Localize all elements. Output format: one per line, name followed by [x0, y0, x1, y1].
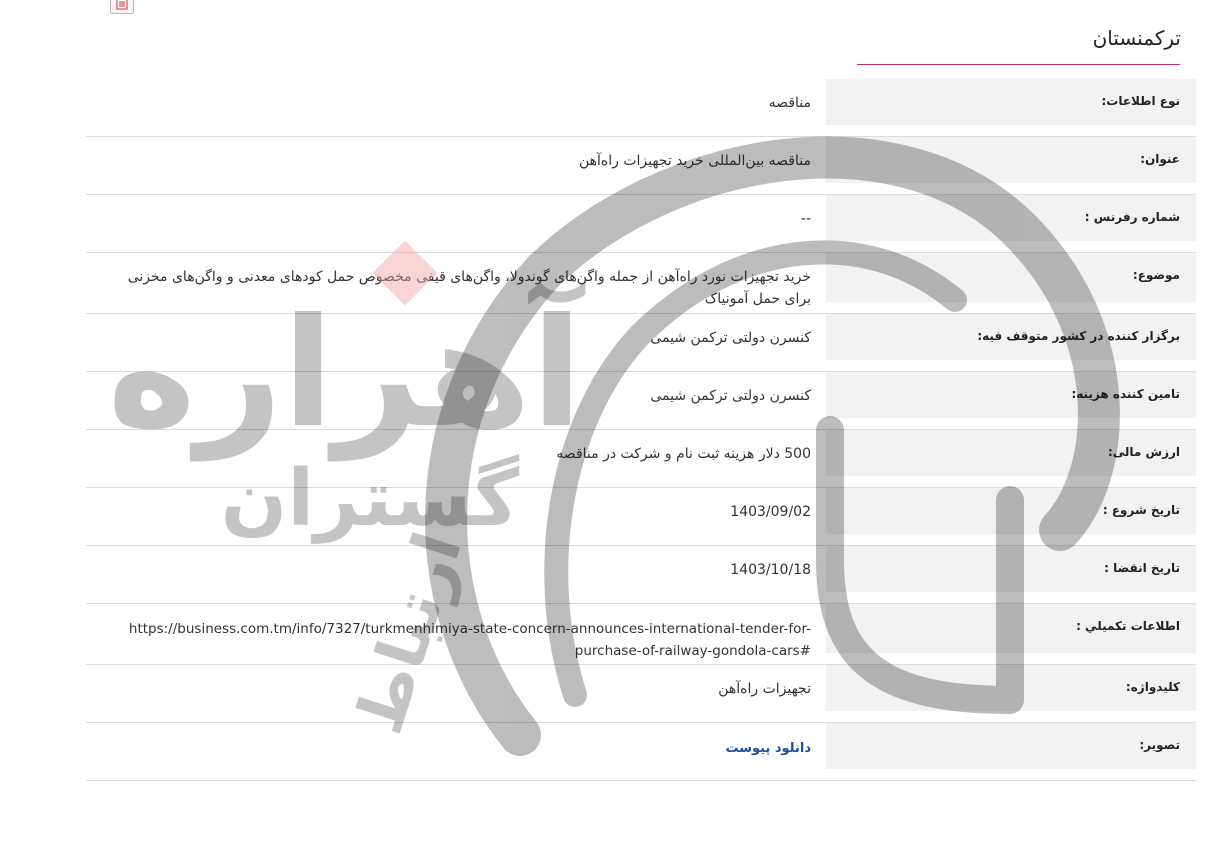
- row-more-info: اطلاعات تكميلي : https://business.com.tm…: [86, 604, 1196, 665]
- label-cell: شماره رفرنس :: [826, 195, 1196, 241]
- value-start-date: 1403/09/02: [730, 504, 811, 520]
- row-reference: شماره رفرنس : --: [86, 195, 1196, 253]
- label-title: عنوان:: [1140, 152, 1180, 166]
- value-keyword: تجهیزات راه‌آهن: [718, 681, 811, 697]
- row-info-type: نوع اطلاعات: مناقصه: [86, 79, 1196, 137]
- title-underline: [857, 64, 1180, 65]
- row-expiry-date: تاریخ انقضا : 1403/10/18: [86, 546, 1196, 604]
- value-financial-value: 500 دلار هزینه ثبت نام و شرکت در مناقصه: [556, 446, 811, 462]
- label-financial-value: ارزش مالی:: [1107, 445, 1180, 459]
- label-start-date: تاریخ شروع :: [1102, 503, 1180, 517]
- label-cell: تامین کننده هزینه:: [826, 372, 1196, 418]
- label-organizer: برگزار کننده در کشور متوقف فیه:: [977, 329, 1180, 343]
- label-cell: تصویر:: [826, 723, 1196, 769]
- row-funder: تامین کننده هزینه: کنسرن دولتی ترکمن شیم…: [86, 372, 1196, 430]
- value-info-type: مناقصه: [768, 95, 811, 111]
- label-cell: موضوع:: [826, 253, 1196, 302]
- download-attachment-link[interactable]: دانلود پیوست: [101, 738, 811, 760]
- label-cell: برگزار کننده در کشور متوقف فیه:: [826, 314, 1196, 360]
- row-financial-value: ارزش مالی: 500 دلار هزینه ثبت نام و شرکت…: [86, 430, 1196, 488]
- label-cell: تاریخ انقضا :: [826, 546, 1196, 592]
- value-title: مناقصه بین‌المللی خرید تجهیزات راه‌آهن: [578, 153, 811, 169]
- value-funder: کنسرن دولتی ترکمن شیمی: [650, 388, 811, 404]
- print-icon[interactable]: [110, 0, 134, 14]
- label-cell: اطلاعات تكميلي :: [826, 604, 1196, 653]
- row-start-date: تاریخ شروع : 1403/09/02: [86, 488, 1196, 546]
- label-cell: عنوان:: [826, 137, 1196, 183]
- label-image: تصویر:: [1139, 738, 1180, 752]
- value-more-info-url[interactable]: https://business.com.tm/info/7327/turkme…: [101, 618, 811, 662]
- label-cell: ارزش مالی:: [826, 430, 1196, 476]
- label-keyword: کلیدواژه:: [1125, 680, 1180, 694]
- label-subject: موضوع:: [1132, 268, 1180, 282]
- details-table: نوع اطلاعات: مناقصه عنوان: مناقصه بین‌ال…: [86, 79, 1196, 781]
- label-cell: نوع اطلاعات:: [826, 79, 1196, 125]
- row-subject: موضوع: خرید تجهیزات نورد راه‌آهن از جمله…: [86, 253, 1196, 314]
- value-expiry-date: 1403/10/18: [730, 562, 811, 578]
- page-title: ترکمنستان: [1092, 26, 1181, 50]
- label-info-type: نوع اطلاعات:: [1101, 94, 1181, 108]
- label-more-info: اطلاعات تكميلي :: [1076, 619, 1180, 633]
- row-image: تصویر: دانلود پیوست: [86, 723, 1196, 781]
- row-title: عنوان: مناقصه بین‌المللی خرید تجهیزات را…: [86, 137, 1196, 195]
- label-cell: تاریخ شروع :: [826, 488, 1196, 534]
- label-funder: تامین کننده هزینه:: [1071, 387, 1180, 401]
- row-keyword: کلیدواژه: تجهیزات راه‌آهن: [86, 665, 1196, 723]
- label-cell: کلیدواژه:: [826, 665, 1196, 711]
- label-expiry-date: تاریخ انقضا :: [1104, 561, 1180, 575]
- value-organizer: کنسرن دولتی ترکمن شیمی: [650, 330, 811, 346]
- value-reference: --: [800, 211, 811, 227]
- value-subject: خرید تجهیزات نورد راه‌آهن از جمله واگن‌ه…: [127, 269, 811, 307]
- row-organizer: برگزار کننده در کشور متوقف فیه: کنسرن دو…: [86, 314, 1196, 372]
- label-reference: شماره رفرنس :: [1084, 210, 1180, 224]
